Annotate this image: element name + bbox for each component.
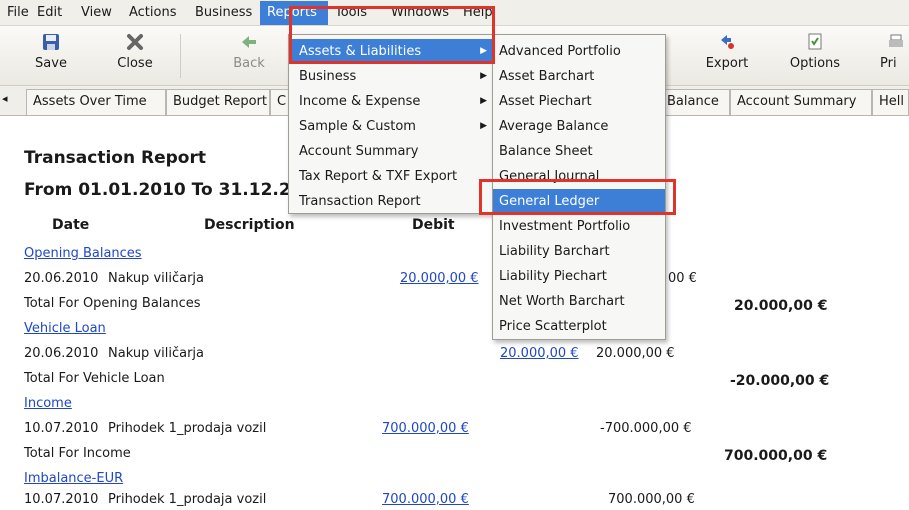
toolbar-separator — [180, 34, 181, 78]
close-button[interactable]: Close — [100, 30, 170, 82]
tab-assets-over-time[interactable]: Assets Over Time — [26, 89, 166, 115]
menu-item-label: Sample & Custom — [299, 119, 416, 134]
column-header-date: Date — [52, 217, 90, 233]
menu-item-advanced-portfolio[interactable]: Advanced Portfolio — [493, 39, 665, 64]
menu-tools[interactable]: Tools — [328, 1, 384, 25]
chevron-right-icon: ▶ — [480, 121, 487, 131]
tab-partial[interactable]: C — [270, 89, 290, 115]
tab-account-summary[interactable]: Account Summary — [730, 89, 872, 115]
print-button[interactable]: Pri — [880, 30, 909, 82]
tab-hello[interactable]: Hell — [872, 89, 909, 115]
total-label: Total For Income — [24, 446, 131, 461]
reports-menu: Assets & Liabilities ▶ Business ▶ Income… — [288, 34, 494, 214]
menu-item-tax-report[interactable]: Tax Report & TXF Export — [289, 164, 493, 189]
menu-item-label: Income & Expense — [299, 94, 421, 109]
row-date: 20.06.2010 — [24, 271, 99, 286]
menu-item-general-journal[interactable]: General Journal — [493, 164, 665, 189]
close-x-icon — [124, 32, 146, 52]
menu-item-liability-piechart[interactable]: Liability Piechart — [493, 264, 665, 289]
chevron-right-icon: ▶ — [480, 71, 487, 81]
menu-item-transaction-report[interactable]: Transaction Report — [289, 189, 493, 214]
row-description: Prihodek 1_prodaja vozil — [108, 421, 267, 436]
menu-item-label: Assets & Liabilities — [299, 44, 422, 59]
options-icon — [804, 32, 826, 52]
menu-item-assets-liabilities[interactable]: Assets & Liabilities ▶ — [289, 39, 493, 64]
menu-edit[interactable]: Edit — [30, 1, 74, 25]
menu-item-asset-piechart[interactable]: Asset Piechart — [493, 89, 665, 114]
account-link-income[interactable]: Income — [24, 396, 72, 411]
save-label: Save — [35, 56, 67, 71]
menu-item-investment-portfolio[interactable]: Investment Portfolio — [493, 214, 665, 239]
total-label: Total For Opening Balances — [24, 296, 201, 311]
export-label: Export — [705, 56, 749, 71]
assets-liabilities-submenu: Advanced Portfolio Asset Barchart Asset … — [492, 34, 666, 340]
amount-cell: 20.000,00 € — [596, 346, 675, 361]
row-description: Prihodek 1_prodaja vozil — [108, 492, 267, 507]
save-button[interactable]: Save — [16, 30, 86, 82]
column-header-description: Description — [204, 217, 295, 233]
options-label: Options — [789, 56, 841, 71]
export-icon — [716, 32, 738, 52]
row-description: Nakup viličarja — [108, 346, 205, 361]
export-button[interactable]: Export — [692, 30, 762, 82]
menu-reports[interactable]: Reports — [260, 0, 328, 25]
row-date: 10.07.2010 — [24, 492, 99, 507]
menu-item-label: Business — [299, 69, 357, 84]
menu-help[interactable]: Help — [456, 1, 508, 25]
debit-link[interactable]: 700.000,00 € — [382, 421, 469, 436]
menu-actions[interactable]: Actions — [122, 1, 188, 25]
total-value: -20.000,00 € — [730, 373, 830, 389]
debit-link[interactable]: 20.000,00 € — [400, 271, 479, 286]
back-button[interactable]: Back — [214, 30, 284, 82]
amount-cell: 700.000,00 € — [608, 492, 695, 507]
amount-cell: 00 € — [668, 271, 697, 286]
floppy-disk-icon — [40, 32, 62, 52]
close-label: Close — [117, 56, 153, 71]
print-label: Pri — [880, 56, 897, 71]
tab-budget-report[interactable]: Budget Report — [166, 89, 270, 115]
tab-scroll-left-icon[interactable]: ◂ — [2, 92, 8, 105]
chevron-right-icon: ▶ — [480, 46, 487, 56]
menu-item-price-scatterplot[interactable]: Price Scatterplot — [493, 314, 665, 339]
menu-business[interactable]: Business — [188, 1, 260, 25]
report-date-range: From 01.01.2010 To 31.12.20 — [24, 180, 294, 200]
tab-balance[interactable]: Balance — [660, 89, 730, 115]
chevron-right-icon: ▶ — [480, 96, 487, 106]
total-label: Total For Vehicle Loan — [24, 371, 165, 386]
menu-item-income-expense[interactable]: Income & Expense ▶ — [289, 89, 493, 114]
menu-bar: File Edit View Actions Business Reports … — [0, 0, 909, 26]
menu-item-sample-custom[interactable]: Sample & Custom ▶ — [289, 114, 493, 139]
menu-item-liability-barchart[interactable]: Liability Barchart — [493, 239, 665, 264]
menu-item-asset-barchart[interactable]: Asset Barchart — [493, 64, 665, 89]
credit-link[interactable]: 20.000,00 € — [500, 346, 579, 361]
back-label: Back — [233, 56, 265, 71]
total-value: 20.000,00 € — [734, 298, 828, 314]
menu-file[interactable]: File — [0, 1, 30, 25]
row-date: 10.07.2010 — [24, 421, 99, 436]
column-header-debit: Debit — [412, 217, 455, 233]
menu-view[interactable]: View — [74, 1, 122, 25]
account-link-imbalance-eur[interactable]: Imbalance-EUR — [24, 471, 123, 486]
menu-item-average-balance[interactable]: Average Balance — [493, 114, 665, 139]
menu-item-business[interactable]: Business ▶ — [289, 64, 493, 89]
back-arrow-icon — [238, 32, 260, 52]
total-value: 700.000,00 € — [724, 448, 828, 464]
printer-icon — [886, 32, 908, 52]
menu-item-general-ledger[interactable]: General Ledger — [493, 189, 665, 214]
menu-item-account-summary[interactable]: Account Summary — [289, 139, 493, 164]
menu-windows[interactable]: Windows — [384, 1, 456, 25]
account-link-opening-balances[interactable]: Opening Balances — [24, 246, 142, 261]
row-description: Nakup viličarja — [108, 271, 205, 286]
account-link-vehicle-loan[interactable]: Vehicle Loan — [24, 321, 106, 336]
debit-link[interactable]: 700.000,00 € — [382, 492, 469, 507]
report-title: Transaction Report — [24, 148, 206, 168]
options-button[interactable]: Options — [780, 30, 850, 82]
menu-item-balance-sheet[interactable]: Balance Sheet — [493, 139, 665, 164]
row-date: 20.06.2010 — [24, 346, 99, 361]
menu-item-net-worth-barchart[interactable]: Net Worth Barchart — [493, 289, 665, 314]
amount-cell: -700.000,00 € — [600, 421, 692, 436]
